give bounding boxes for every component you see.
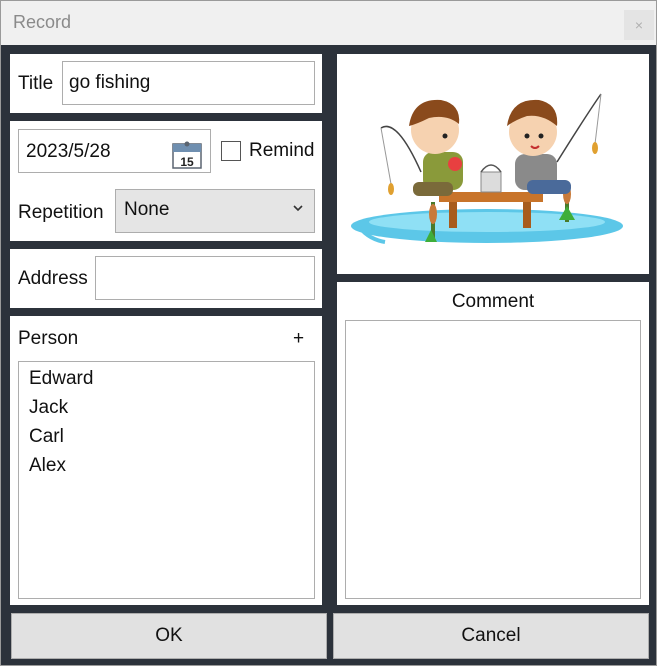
address-input[interactable]: [95, 256, 315, 300]
repetition-select[interactable]: None: [115, 189, 315, 233]
title-input[interactable]: [62, 61, 315, 105]
fishing-illustration: [351, 93, 623, 244]
list-item[interactable]: Alex: [29, 455, 66, 477]
repetition-value: None: [124, 199, 170, 220]
list-item[interactable]: Edward: [29, 368, 93, 390]
close-icon: ×: [634, 17, 644, 33]
person-label: Person: [18, 328, 79, 349]
title-label: Title: [18, 73, 54, 94]
close-button[interactable]: ×: [624, 10, 654, 40]
comment-panel: Comment: [337, 282, 649, 605]
comment-textarea[interactable]: [345, 320, 641, 599]
date-value: 2023/5/28: [26, 141, 111, 162]
ok-button[interactable]: OK: [11, 613, 327, 659]
person-list[interactable]: Edward Jack Carl Alex: [18, 361, 315, 599]
picture-panel: [337, 54, 649, 274]
calendar-icon[interactable]: 15: [172, 141, 202, 169]
add-person-button[interactable]: +: [293, 328, 304, 350]
list-item[interactable]: Jack: [29, 397, 68, 419]
chevron-down-icon: [293, 205, 303, 212]
remind-checkbox[interactable]: [221, 141, 241, 161]
date-picker[interactable]: 2023/5/28 15: [18, 129, 211, 173]
cancel-button[interactable]: Cancel: [333, 613, 649, 659]
remind-label: Remind: [249, 140, 315, 161]
address-label: Address: [18, 268, 88, 289]
repetition-label: Repetition: [18, 202, 104, 223]
title-panel: Title: [10, 54, 322, 113]
calendar-day: 15: [180, 155, 194, 169]
date-panel: 2023/5/28 15 Remind Repetition None: [10, 121, 322, 241]
title-bar: Record ×: [1, 1, 656, 45]
comment-label: Comment: [451, 291, 535, 312]
person-panel: Person + Edward Jack Carl Alex: [10, 316, 322, 605]
window-title: Record: [13, 12, 72, 32]
list-item[interactable]: Carl: [29, 426, 64, 448]
record-window: Record × Title 2023/5/28 15 Remind Repet…: [0, 0, 657, 666]
address-panel: Address: [10, 249, 322, 308]
